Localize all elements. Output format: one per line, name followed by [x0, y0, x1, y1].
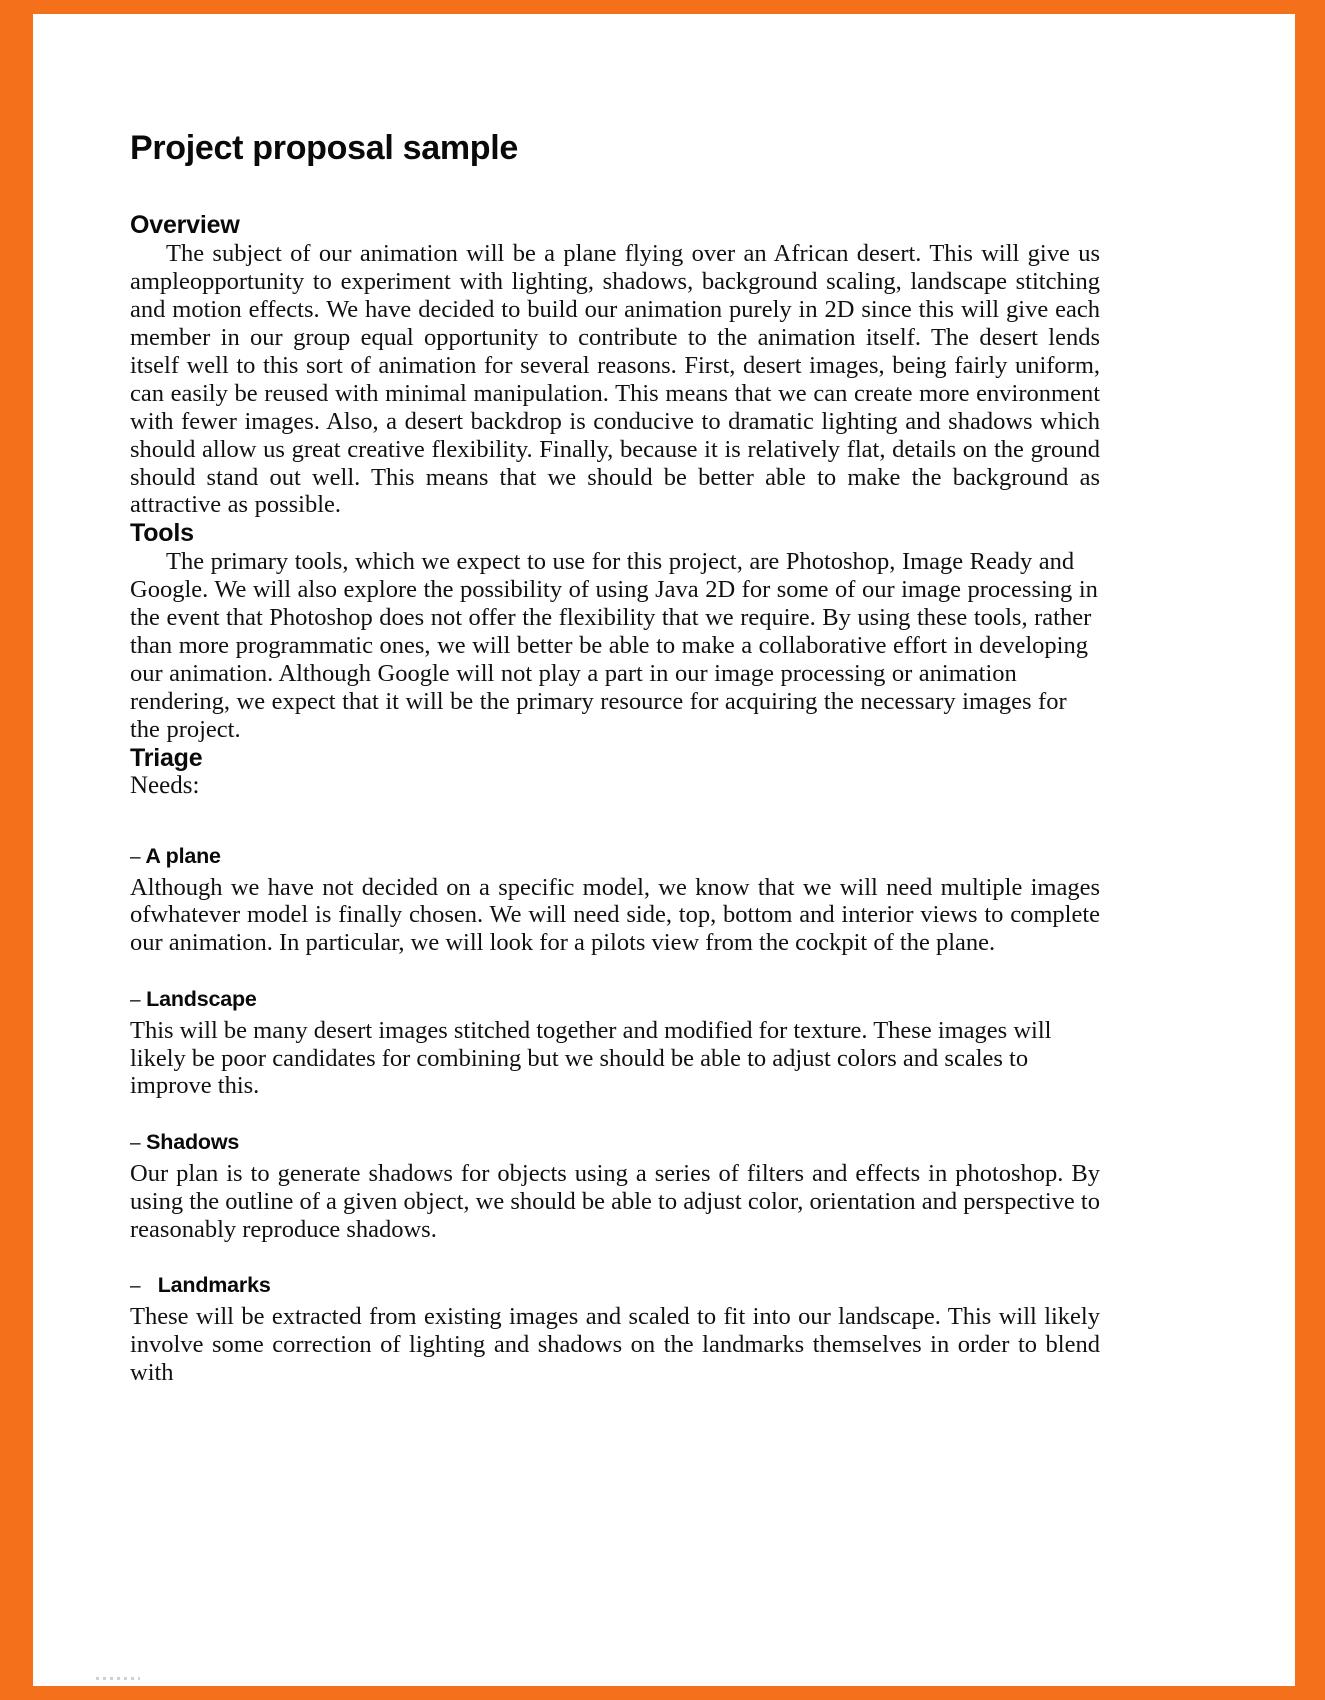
- need-body-a-plane: Although we have not decided on a specif…: [130, 873, 1100, 957]
- need-body-landmarks: These will be extracted from existing im…: [130, 1303, 1100, 1386]
- need-body-landscape: This will be many desert images stitched…: [130, 1016, 1052, 1100]
- section-heading-tools: Tools: [130, 519, 194, 548]
- page-content: Project proposal sample Overview The sub…: [130, 129, 1100, 1387]
- section-paragraph-tools: The primary tools, which we expect to us…: [130, 548, 1100, 743]
- section-heading-overview: Overview: [130, 211, 240, 240]
- need-heading-shadows: – Shadows: [130, 1130, 1100, 1156]
- need-heading-landscape: – Landscape: [130, 987, 1100, 1013]
- need-item-a-plane: – A plane Although we have not decided o…: [130, 844, 1100, 957]
- need-title: Landmarks: [157, 1273, 271, 1298]
- scan-border-frame: Project proposal sample Overview The sub…: [0, 0, 1325, 1700]
- document-page: Project proposal sample Overview The sub…: [33, 14, 1295, 1686]
- need-item-shadows: – Shadows Our plan is to generate shadow…: [130, 1130, 1100, 1243]
- section-heading-triage: Triage: [130, 743, 203, 772]
- need-title: Landscape: [146, 987, 257, 1011]
- need-title: Shadows: [146, 1130, 240, 1155]
- section-paragraph-overview: The subject of our animation will be a p…: [130, 240, 1100, 519]
- need-heading-landmarks: – Landmarks: [130, 1273, 1100, 1299]
- dash-marker: –: [130, 990, 141, 1011]
- page-title: Project proposal sample: [130, 129, 519, 167]
- page-bottom-edge: [33, 1672, 1295, 1686]
- need-item-landscape: – Landscape This will be many desert ima…: [130, 987, 1100, 1100]
- need-heading-a-plane: – A plane: [130, 844, 1100, 870]
- overview-text: The subject of our animation will be a p…: [130, 240, 1100, 519]
- need-item-landmarks: – Landmarks These will be extracted from…: [130, 1273, 1100, 1386]
- dash-marker: –: [130, 1276, 141, 1298]
- dash-gap: [140, 1273, 157, 1297]
- tools-text: The primary tools, which we expect to us…: [130, 548, 1098, 743]
- scan-artifact-specks: [96, 1677, 140, 1680]
- need-title: A plane: [145, 843, 221, 868]
- need-body-shadows: Our plan is to generate shadows for obje…: [130, 1159, 1100, 1243]
- needs-label: Needs:: [130, 772, 200, 800]
- dash-marker: –: [130, 846, 141, 868]
- dash-marker: –: [130, 1133, 141, 1155]
